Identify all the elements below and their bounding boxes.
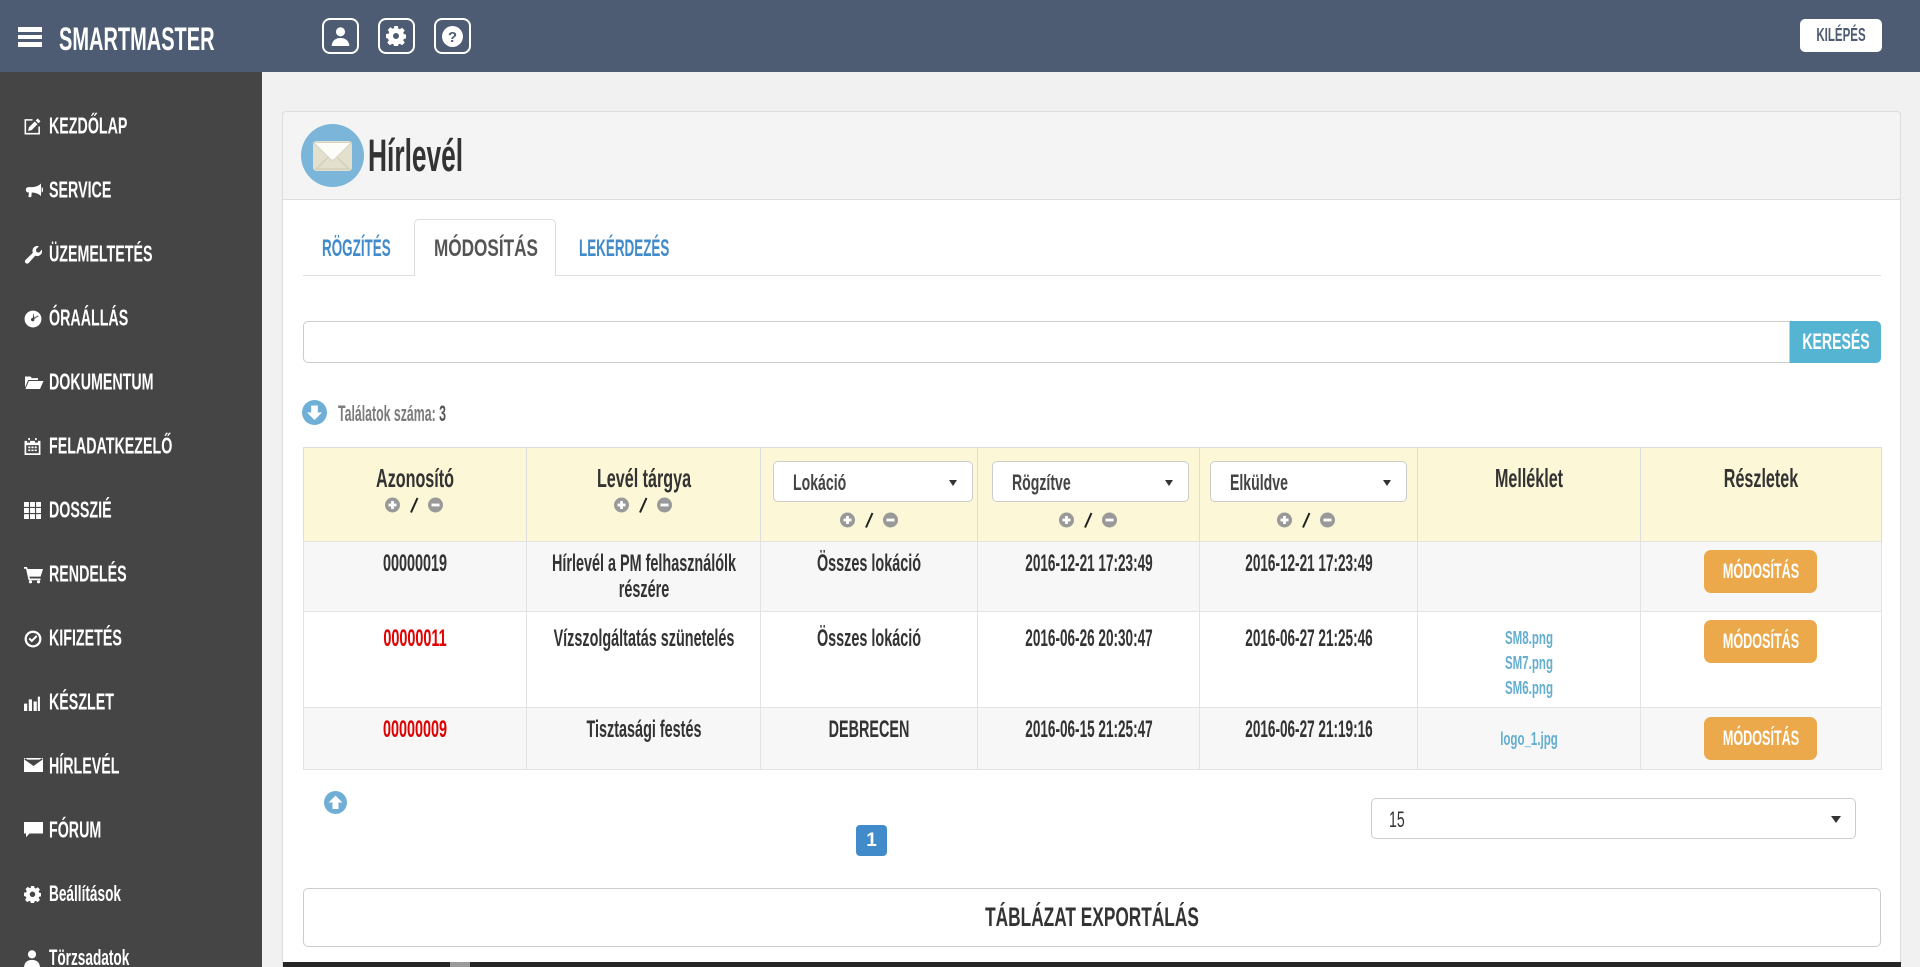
svg-text:?: ?: [447, 29, 456, 46]
